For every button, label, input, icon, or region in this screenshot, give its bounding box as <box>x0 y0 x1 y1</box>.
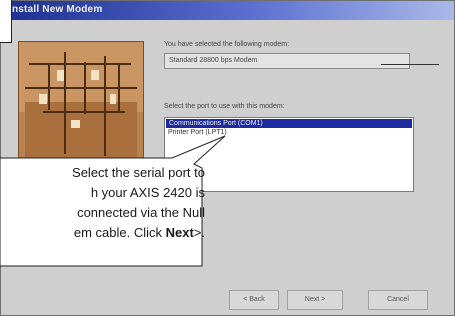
callout-line-4-suffix: >. <box>193 225 205 240</box>
callout-line-1: Select the serial port to <box>72 165 205 180</box>
callout-line-3: connected via the Null <box>77 205 205 220</box>
callout-line-2: h your AXIS 2420 is <box>90 185 205 200</box>
callout-line-4: em cable. Click Next>. <box>0 223 205 243</box>
callout-bubble <box>0 135 226 267</box>
callout-line-4-text: em cable. Click <box>73 225 166 240</box>
callout-next-emphasis: Next <box>165 225 194 240</box>
callout-text: Select the serial port to h your AXIS 24… <box>0 163 205 243</box>
